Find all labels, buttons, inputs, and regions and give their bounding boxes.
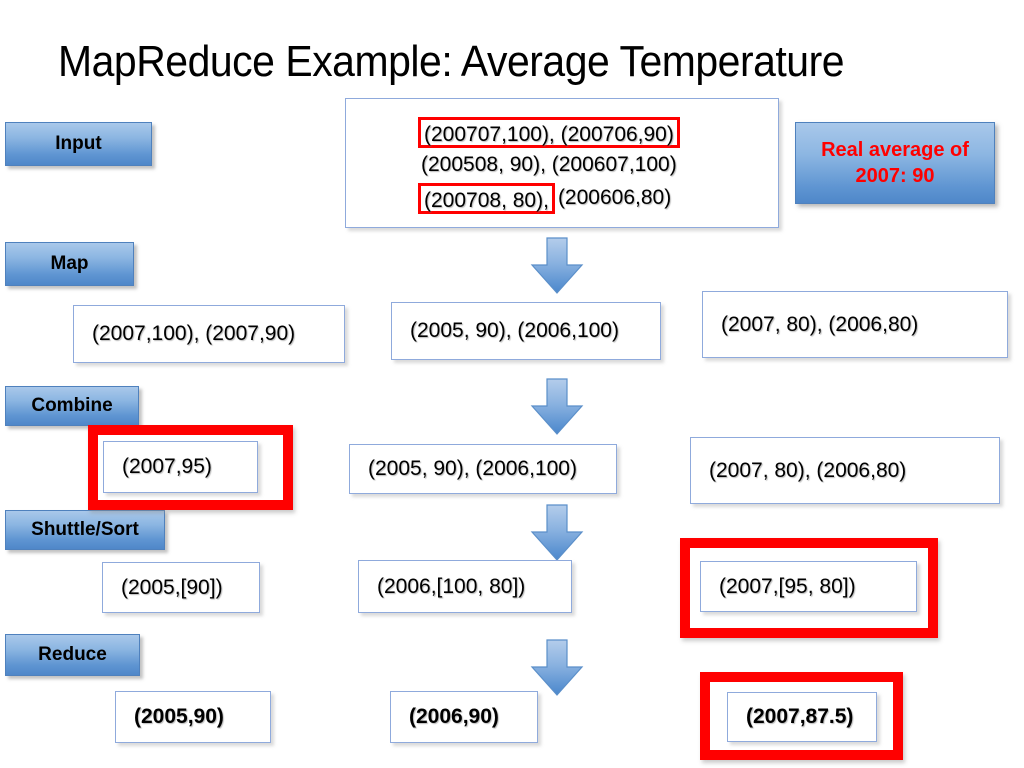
reduce-output-middle: (2006,90) <box>390 691 538 743</box>
slide-canvas: MapReduce Example: Average Temperature I… <box>0 0 1024 768</box>
page-title: MapReduce Example: Average Temperature <box>58 37 845 86</box>
stage-label-reduce[interactable]: Reduce <box>5 634 140 676</box>
input-line-1: (200707,100), (200706,90) <box>346 117 778 150</box>
input-line-3: (200708, 80), (200606,80) <box>346 183 778 216</box>
arrow-map-to-combine <box>529 378 585 436</box>
arrow-combine-to-shuttle <box>529 504 585 562</box>
map-output-left: (2007,100), (2007,90) <box>73 305 345 363</box>
combine-output-left: (2007,95) <box>103 441 258 493</box>
stage-label-map-text: Map <box>50 253 89 274</box>
input-data-box: (200707,100), (200706,90) (200508, 90), … <box>345 98 779 228</box>
combine-output-right: (2007, 80), (2006,80) <box>690 437 1000 504</box>
input-line-2: (200508, 90), (200607,100) <box>346 150 778 183</box>
reduce-output-right: (2007,87.5) <box>727 692 877 742</box>
input-line-3-highlight: (200708, 80), <box>418 183 555 214</box>
map-output-right: (2007, 80), (2006,80) <box>702 291 1008 358</box>
shuttle-output-right: (2007,[95, 80]) <box>700 561 917 612</box>
stage-label-shuttle-sort-text: Shuttle/Sort <box>31 519 139 540</box>
real-average-line-1: Real average of <box>821 139 969 161</box>
arrow-input-to-map <box>529 237 585 295</box>
reduce-output-left: (2005,90) <box>115 691 271 743</box>
stage-label-combine-text: Combine <box>31 395 113 416</box>
stage-label-combine[interactable]: Combine <box>5 386 139 426</box>
shuttle-output-left: (2005,[90]) <box>102 562 260 613</box>
stage-label-input[interactable]: Input <box>5 122 152 166</box>
shuttle-output-middle: (2006,[100, 80]) <box>358 560 572 613</box>
map-output-middle: (2005, 90), (2006,100) <box>391 302 661 360</box>
real-average-callout: Real average of 2007: 90 <box>795 122 995 204</box>
input-line-3-rest: (200606,80) <box>557 186 672 209</box>
stage-label-reduce-text: Reduce <box>38 644 107 665</box>
stage-label-shuttle-sort[interactable]: Shuttle/Sort <box>5 510 165 550</box>
input-line-2-text: (200508, 90), (200607,100) <box>421 153 677 176</box>
combine-output-middle: (2005, 90), (2006,100) <box>349 444 617 494</box>
real-average-line-2: 2007: 90 <box>855 165 935 187</box>
stage-label-map[interactable]: Map <box>5 242 134 286</box>
stage-label-input-text: Input <box>55 133 102 154</box>
input-line-1-highlight: (200707,100), (200706,90) <box>418 117 680 148</box>
arrow-shuttle-to-reduce <box>529 639 585 697</box>
